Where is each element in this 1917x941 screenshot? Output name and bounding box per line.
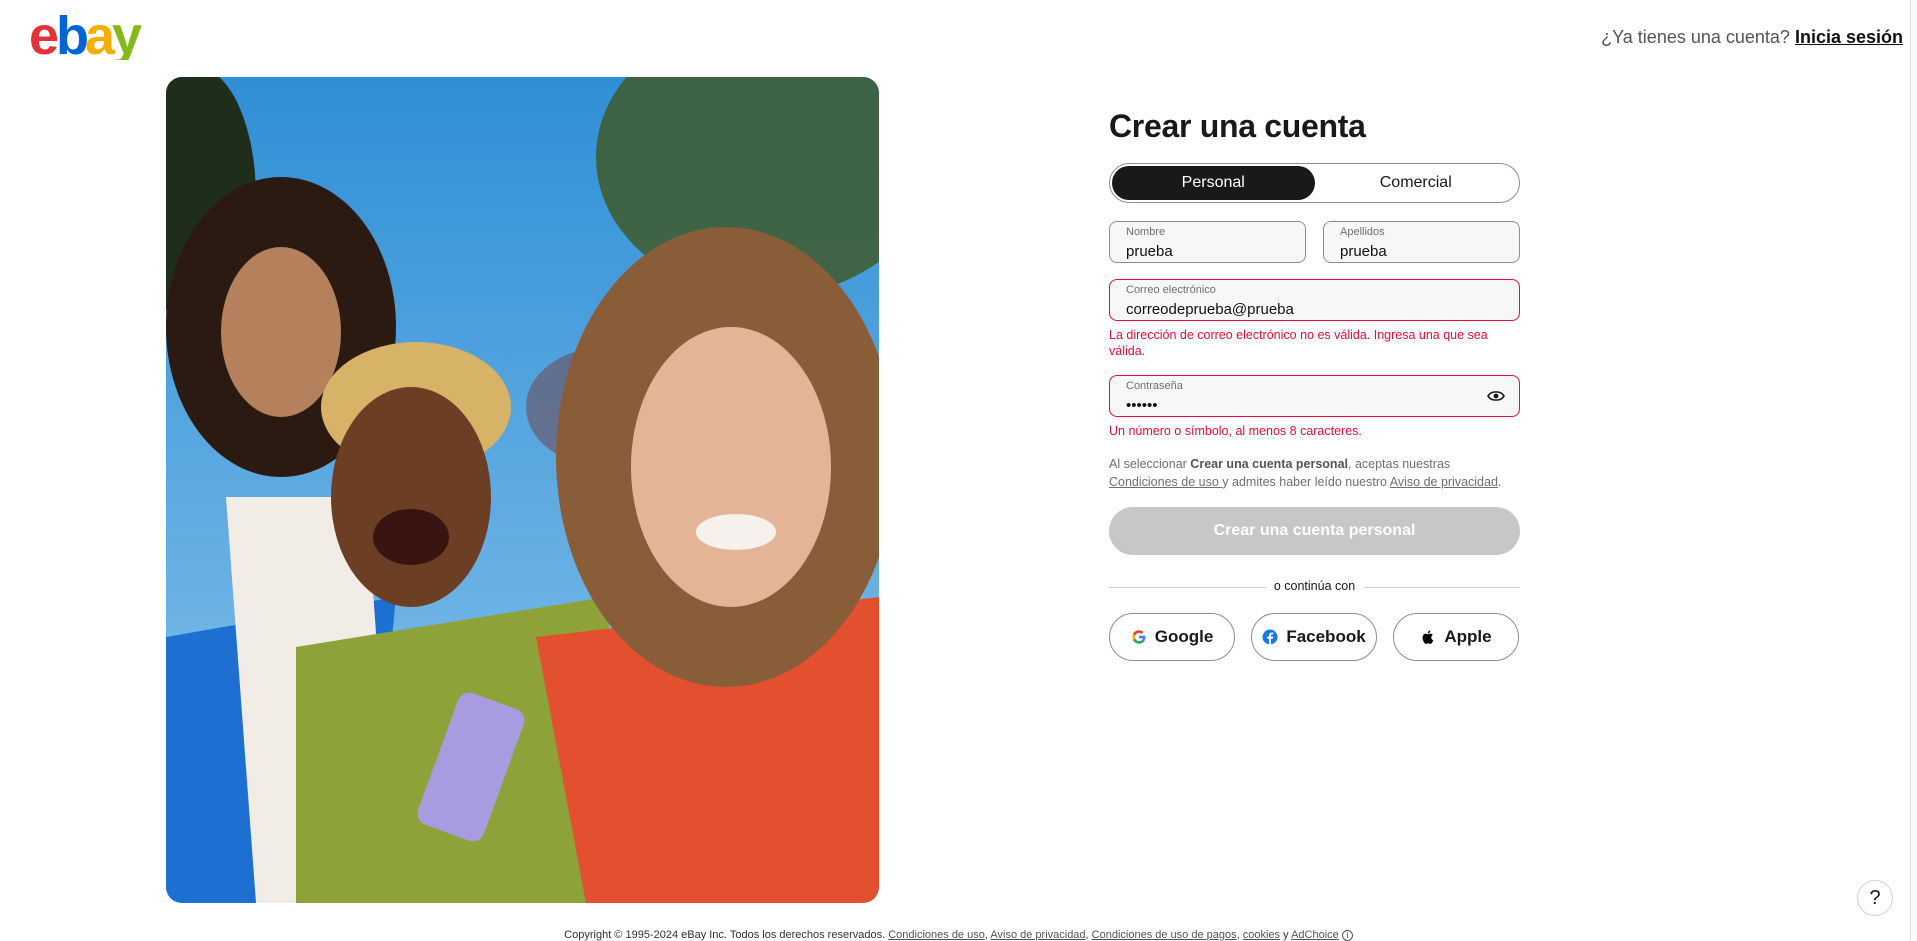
- apple-button[interactable]: Apple: [1393, 613, 1519, 661]
- apple-icon: [1422, 630, 1434, 644]
- logo-letter-y: y: [112, 12, 142, 60]
- signin-prompt-text: ¿Ya tienes una cuenta?: [1601, 27, 1790, 47]
- footer-link-adchoice[interactable]: AdChoice: [1291, 929, 1339, 941]
- hero-photo: [166, 77, 879, 903]
- google-icon: [1132, 630, 1146, 644]
- create-account-button[interactable]: Crear una cuenta personal: [1109, 507, 1520, 555]
- email-field[interactable]: Correo electrónico correodeprueba@prueba: [1109, 279, 1520, 321]
- legal-mid1: , aceptas nuestras: [1348, 457, 1451, 471]
- ebay-logo[interactable]: e b a y: [29, 12, 149, 60]
- eye-icon[interactable]: [1487, 389, 1505, 403]
- page-title: Crear una cuenta: [1109, 108, 1366, 144]
- password-label: Contraseña: [1126, 380, 1183, 392]
- facebook-icon: [1262, 629, 1278, 645]
- google-button[interactable]: Google: [1109, 613, 1235, 661]
- password-field[interactable]: Contraseña ••••••: [1109, 375, 1520, 417]
- signin-link[interactable]: Inicia sesión: [1795, 27, 1903, 47]
- help-button[interactable]: ?: [1857, 880, 1893, 916]
- google-label: Google: [1154, 627, 1214, 646]
- password-error-message: Un número o símbolo, al menos 8 caracter…: [1109, 424, 1362, 438]
- email-value[interactable]: correodeprueba@prueba: [1126, 301, 1503, 318]
- first-name-field[interactable]: Nombre prueba: [1109, 221, 1306, 263]
- footer-link-cookies[interactable]: cookies: [1243, 929, 1280, 941]
- facebook-label: Facebook: [1286, 627, 1366, 646]
- last-name-field[interactable]: Apellidos prueba: [1323, 221, 1520, 263]
- legal-text: Al seleccionar Crear una cuenta personal…: [1109, 455, 1520, 491]
- footer-link-terms[interactable]: Condiciones de uso: [888, 929, 985, 941]
- social-divider: o continúa con: [1109, 579, 1520, 595]
- apple-label: Apple: [1444, 627, 1492, 646]
- legal-mid2: y admites haber leído nuestro: [1222, 475, 1390, 489]
- email-error-message: La dirección de correo electrónico no es…: [1109, 328, 1488, 358]
- tab-comercial[interactable]: Comercial: [1315, 166, 1518, 200]
- signup-form: Crear una cuenta Personal Comercial Nomb…: [1109, 108, 1520, 661]
- terms-link[interactable]: Condiciones de uso: [1109, 475, 1222, 489]
- last-name-value[interactable]: prueba: [1340, 243, 1503, 260]
- legal-suffix: .: [1497, 475, 1502, 489]
- logo-letter-b: b: [56, 12, 87, 60]
- divider-text: o continúa con: [1265, 579, 1364, 593]
- first-name-value[interactable]: prueba: [1126, 243, 1289, 260]
- footer: Copyright © 1995-2024 eBay Inc. Todos lo…: [0, 929, 1917, 941]
- footer-and: y: [1283, 929, 1289, 941]
- facebook-button[interactable]: Facebook: [1251, 613, 1377, 661]
- first-name-label: Nombre: [1126, 226, 1166, 238]
- logo-letter-e: e: [29, 12, 58, 60]
- account-type-toggle: Personal Comercial: [1109, 163, 1520, 203]
- adchoice-info-icon[interactable]: i: [1341, 929, 1353, 941]
- tab-personal[interactable]: Personal: [1112, 166, 1315, 200]
- email-label: Correo electrónico: [1126, 284, 1216, 296]
- social-login-buttons: Google Facebook Apple: [1109, 613, 1520, 661]
- legal-prefix: Al seleccionar: [1109, 457, 1191, 471]
- legal-bold: Crear una cuenta personal: [1190, 457, 1348, 471]
- signin-prompt: ¿Ya tienes una cuenta? Inicia sesión: [1601, 27, 1903, 48]
- footer-link-privacy[interactable]: Aviso de privacidad: [990, 929, 1085, 941]
- copyright-text: Copyright © 1995-2024 eBay Inc. Todos lo…: [564, 929, 886, 941]
- footer-link-payments-terms[interactable]: Condiciones de uso de pagos: [1092, 929, 1237, 941]
- privacy-link[interactable]: Aviso de privacidad: [1390, 475, 1498, 489]
- last-name-label: Apellidos: [1340, 226, 1385, 238]
- password-value[interactable]: ••••••: [1126, 397, 1503, 414]
- page-scrollbar[interactable]: [1910, 0, 1917, 941]
